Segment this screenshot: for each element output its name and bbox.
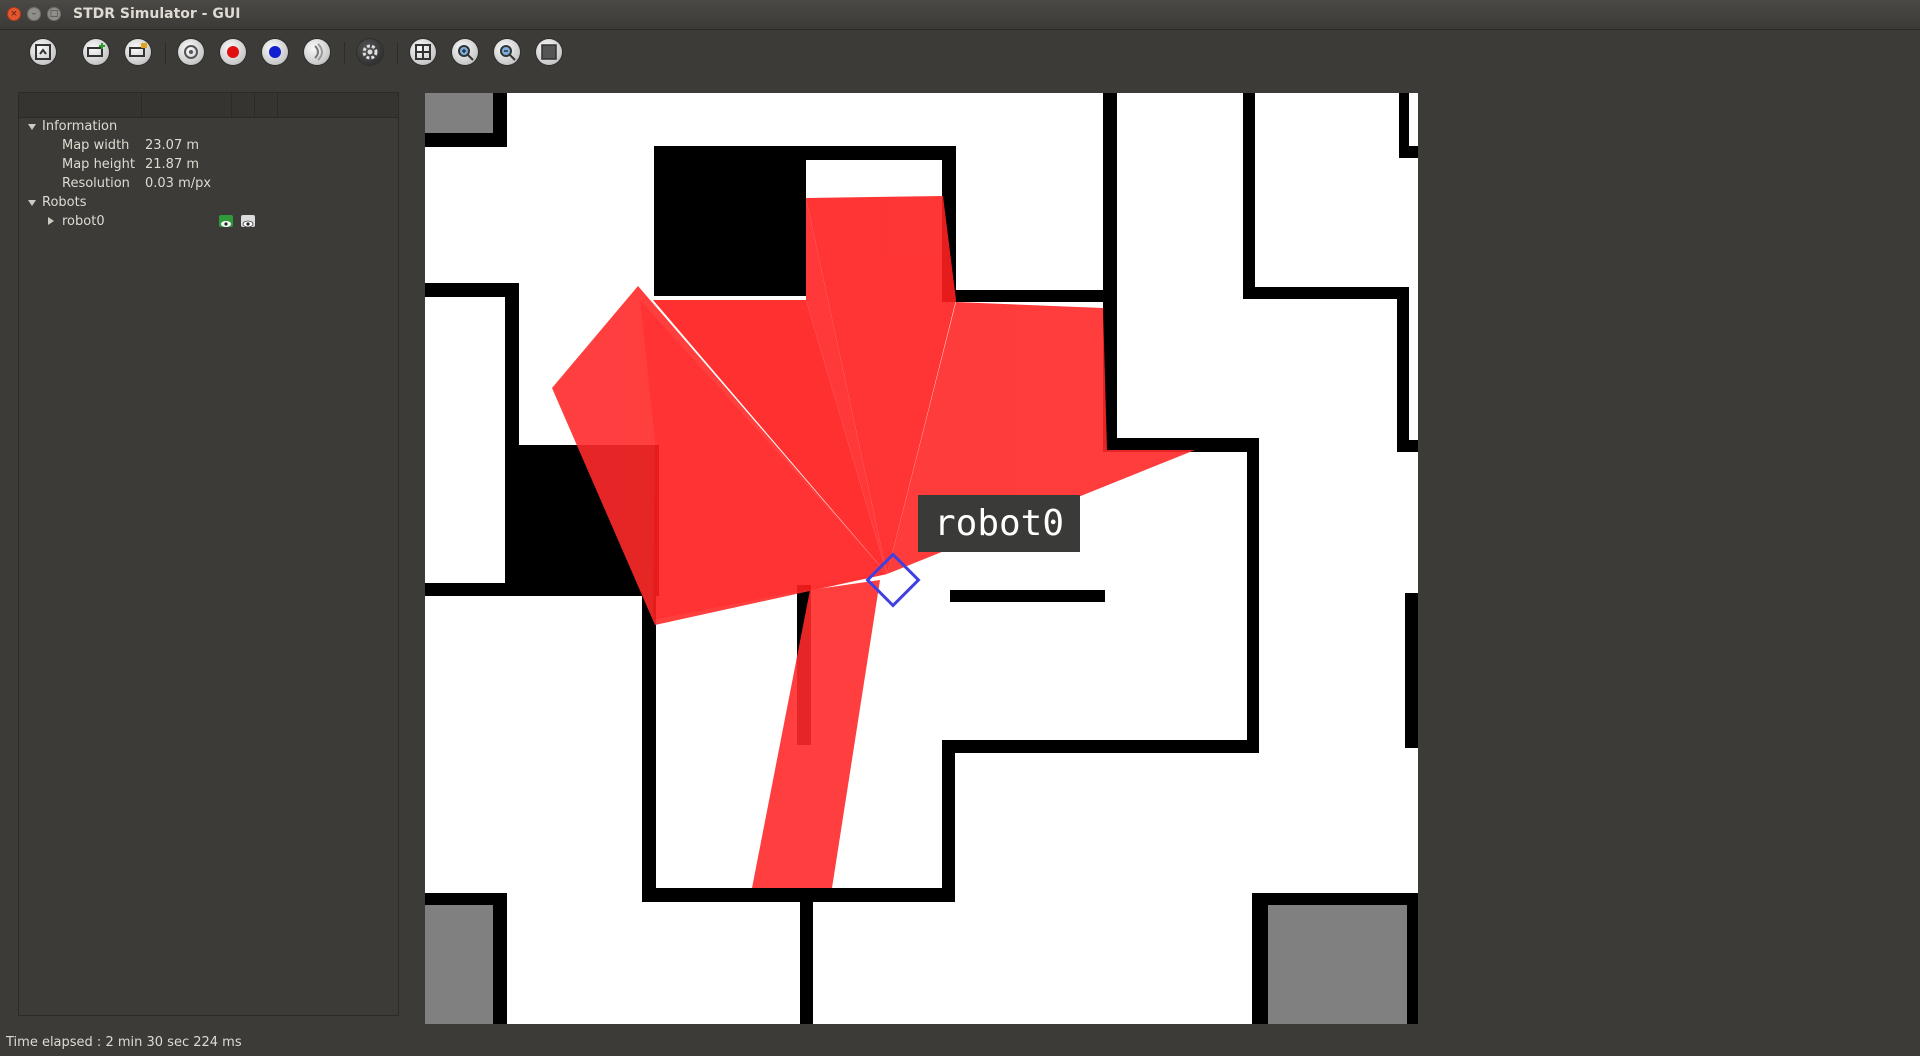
close-window-button[interactable]: × (7, 7, 21, 21)
unknown-area (425, 93, 493, 133)
tree-node-robot0[interactable]: robot0 (62, 213, 105, 231)
record-blue-button[interactable] (260, 37, 290, 67)
zoom-out-button[interactable] (492, 37, 522, 67)
window-title: STDR Simulator - GUI (73, 6, 241, 22)
status-bar: Time elapsed : 2 min 30 sec 224 ms (0, 1032, 1920, 1056)
robot-add-icon (87, 43, 105, 57)
gear-icon (362, 44, 378, 60)
gear-badge-icon (184, 45, 198, 59)
sonar-button[interactable] (302, 37, 332, 67)
tree-header-column[interactable] (255, 93, 278, 117)
maximize-window-button[interactable]: □ (47, 7, 61, 21)
tree-node-information[interactable]: Information (42, 118, 117, 136)
info-key-resolution: Resolution (62, 176, 130, 191)
unknown-area (1268, 904, 1418, 1024)
visibility-toggle-eye-icon[interactable] (219, 215, 233, 227)
tree-header-column[interactable] (142, 93, 232, 117)
add-robot-button[interactable] (81, 37, 111, 67)
unknown-area (425, 904, 495, 1024)
info-value-resolution: 0.03 m/px (145, 176, 212, 191)
expand-arrow-icon[interactable] (28, 124, 36, 130)
robot-name-label: robot0 (918, 495, 1080, 552)
record-red-button[interactable] (218, 37, 248, 67)
robot-load-icon (129, 43, 147, 57)
red-dot-icon (227, 46, 239, 58)
load-map-button[interactable] (28, 37, 58, 67)
zoom-in-button[interactable] (450, 37, 480, 67)
info-tree-panel: Information Map width 23.07 m Map height… (18, 92, 399, 1016)
info-key-map-width: Map width (62, 138, 130, 153)
sonar-wave-icon (314, 43, 323, 61)
toolbar-separator (165, 42, 166, 64)
blue-dot-icon (269, 46, 281, 58)
grid-button[interactable] (408, 37, 438, 67)
minimize-window-button[interactable]: – (27, 7, 41, 21)
tree-header (19, 93, 398, 118)
minimize-icon: – (31, 9, 37, 19)
toolbar-separator (397, 42, 398, 64)
laser-visibility-eye-icon[interactable] (241, 215, 255, 228)
info-value-map-width: 23.07 m (145, 138, 200, 153)
info-value-map-height: 21.87 m (145, 157, 200, 172)
tree-header-column[interactable] (232, 93, 255, 117)
toolbar (0, 30, 1920, 74)
grid-icon (415, 44, 431, 60)
zoom-out-icon (500, 45, 516, 61)
properties-button[interactable] (176, 37, 206, 67)
zoom-in-icon (458, 45, 474, 61)
load-robot-button[interactable] (123, 37, 153, 67)
map-canvas (425, 93, 1418, 1024)
toolbar-separator (344, 42, 345, 64)
tree-header-column[interactable] (19, 93, 142, 117)
fit-square-icon (541, 44, 557, 60)
collapse-arrow-icon[interactable] (48, 217, 54, 225)
maximize-icon: □ (49, 9, 59, 19)
settings-button[interactable] (355, 37, 385, 67)
expand-arrow-icon[interactable] (28, 200, 36, 206)
map-view[interactable]: robot0 (425, 93, 1418, 1024)
close-icon: × (10, 9, 18, 19)
fit-view-button[interactable] (534, 37, 564, 67)
map-load-icon (35, 44, 51, 60)
tree-node-robots[interactable]: Robots (42, 194, 86, 212)
info-key-map-height: Map height (62, 157, 136, 172)
title-bar: × – □ STDR Simulator - GUI (0, 0, 1920, 30)
time-elapsed-text: Time elapsed : 2 min 30 sec 224 ms (6, 1035, 242, 1050)
